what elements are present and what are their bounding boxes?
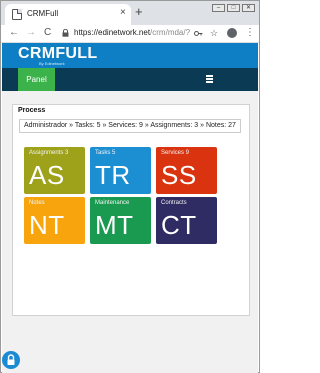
tile-services[interactable]: Services 9 SS [156,147,217,194]
url-path: /crm/mda/? [150,28,191,37]
tile-assignments[interactable]: Assignments 3 AS [24,147,85,194]
breadcrumb: Administrador » Tasks: 5 » Services: 9 »… [19,119,241,133]
hamburger-menu-icon[interactable] [206,75,213,83]
tab-title: CRMFull [27,9,59,18]
process-title: Process [18,107,46,114]
back-icon[interactable]: ← [9,27,19,39]
url-main: https://edinetwork.net [74,28,151,37]
tile-abbr: AS [29,160,65,190]
tile-label: Services 9 [161,150,190,156]
lock-icon [62,29,69,37]
tile-abbr: CT [161,210,197,240]
tile-abbr: MT [95,210,134,240]
address-bar[interactable]: https://edinetwork.net/crm/mda/? [74,28,190,37]
tile-tasks[interactable]: Tasks 5 TR [90,147,151,194]
app-navbar: Panel [2,68,258,91]
tile-abbr: NT [29,210,65,240]
browser-menu-icon[interactable]: ⋮ [245,27,255,39]
browser-tab[interactable]: CRMFull × [5,4,131,25]
tile-abbr: SS [161,160,197,190]
maximize-button[interactable]: □ [227,4,240,12]
profile-avatar-icon[interactable] [227,28,237,38]
browser-window: CRMFull × + – □ ✕ ← → C https://edinetwo… [0,0,260,373]
main-content: Process Administrador » Tasks: 5 » Servi… [2,91,258,373]
padlock-icon[interactable] [2,351,20,369]
brand-tagline: By Edinetwork [39,61,65,66]
tile-maintenance[interactable]: Maintenance MT [90,197,151,244]
tab-strip: CRMFull × + – □ ✕ [1,1,259,25]
minimize-button[interactable]: – [212,4,225,12]
close-window-button[interactable]: ✕ [242,4,255,12]
panel-nav-button[interactable]: Panel [18,68,55,91]
browser-toolbar: ← → C https://edinetwork.net/crm/mda/? ☆… [1,25,259,43]
tile-contracts[interactable]: Contracts CT [156,197,217,244]
tile-label: Contracts [161,200,187,206]
new-tab-button[interactable]: + [135,5,143,19]
reload-icon[interactable]: C [44,27,51,39]
tile-label: Notes [29,200,45,206]
tile-notes[interactable]: Notes NT [24,197,85,244]
tile-abbr: TR [95,160,131,190]
forward-icon[interactable]: → [26,27,36,39]
app-header: CRMFULL By Edinetwork [2,43,258,68]
star-icon[interactable]: ☆ [210,27,218,39]
tile-label: Assignments 3 [29,150,69,156]
window-controls: – □ ✕ [212,4,255,12]
tile-label: Tasks 5 [95,150,116,156]
page-icon [12,9,22,20]
tile-label: Maintenance [95,200,130,206]
key-icon[interactable] [194,29,203,38]
tab-close-icon[interactable]: × [120,7,126,19]
